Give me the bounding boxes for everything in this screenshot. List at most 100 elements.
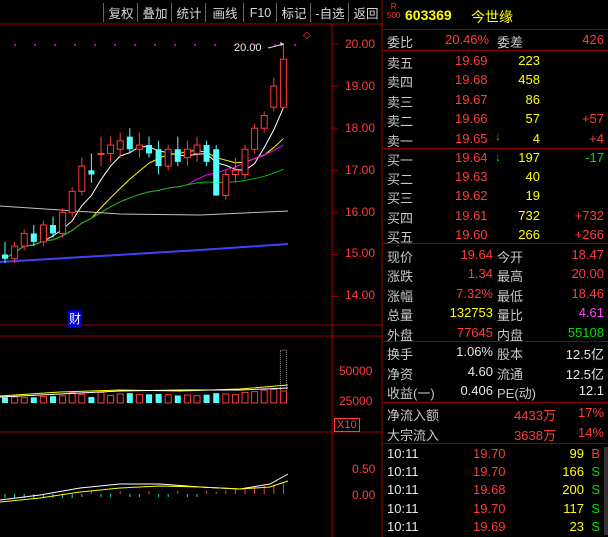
candle-body — [251, 127, 259, 150]
volume-bar — [116, 393, 124, 404]
candle-body — [59, 211, 67, 234]
ask-price: 19.66 — [455, 111, 488, 127]
stats-row: 涨幅 7.32% 最低 18.46 — [383, 284, 608, 304]
badge-top: R — [390, 2, 397, 11]
tick-price: 19.69 — [473, 518, 506, 534]
candle-body — [183, 148, 191, 159]
tick-row: 10:11 19.70 99 B — [383, 444, 608, 464]
toolbar-zixuan-button[interactable]: -自选 — [310, 3, 349, 22]
weicha-value: 426 — [582, 32, 604, 47]
tick-side: S — [591, 500, 600, 516]
bid-change: +266 — [574, 226, 604, 242]
volume-unit-badge[interactable]: X10 — [334, 418, 360, 432]
stat-label: 流通 — [497, 366, 524, 382]
volume-bar — [241, 391, 249, 404]
macd-tick-label: 0.50 — [352, 462, 376, 476]
bid-volume: 732 — [518, 207, 540, 223]
tick-time: 10:11 — [387, 464, 419, 480]
volume-bar — [50, 396, 56, 403]
tick-volume: 166 — [562, 464, 584, 480]
kline-chart-area[interactable]: 复权 叠加 统计 画线 F10 标记 -自选 返回 20.00 19.00 18… — [0, 0, 383, 537]
toolbar-diejia-button[interactable]: 叠加 — [137, 3, 172, 22]
toolbar-fuquan-button[interactable]: 复权 — [103, 3, 138, 22]
bid-level-label: 买四 — [387, 210, 414, 226]
stat-label: 最高 — [497, 269, 524, 285]
ask-change: +4 — [589, 130, 604, 146]
ask-level-label: 卖二 — [387, 114, 414, 130]
volume-bar — [270, 388, 278, 404]
bid-row: 买三 19.62 19 — [383, 186, 608, 206]
tick-row: 10:11 19.70 166 S — [383, 462, 608, 482]
ask-volume: 458 — [518, 72, 540, 88]
toolbar-biaoji-button[interactable]: 标记 — [276, 3, 311, 22]
toolbar-tongji-button[interactable]: 统计 — [171, 3, 206, 22]
top-dot — [294, 44, 296, 46]
candle-body — [135, 144, 143, 150]
toolbar-huaxian-button[interactable]: 画线 — [205, 3, 244, 22]
ask-volume: 4 — [532, 130, 540, 146]
volume-tick-label: 25000 — [339, 394, 373, 408]
bid-price: 19.60 — [455, 226, 488, 242]
macd-tick-label: 0.00 — [352, 488, 376, 502]
stat-label: 换手 — [387, 347, 414, 362]
volume-bar — [59, 395, 67, 404]
bid-volume: 19 — [525, 188, 540, 204]
flow-percent: 14% — [577, 425, 604, 440]
flow-label: 净流入额 — [387, 408, 440, 423]
stat-value: 12.5亿 — [565, 347, 604, 362]
volume-bar — [146, 394, 152, 403]
bid-row: 买四 19.61 732 +732 — [383, 206, 608, 226]
price-tick-label: 18.00 — [345, 121, 376, 135]
ticks-scrollbar[interactable] — [604, 447, 608, 535]
volume-bar — [193, 395, 201, 404]
ask-volume: 86 — [525, 91, 540, 107]
down-arrow-icon: ↓ — [495, 129, 501, 143]
ask-volume: 57 — [525, 111, 540, 127]
kline-chart-canvas[interactable] — [0, 0, 383, 537]
top-dot — [54, 44, 56, 46]
flow-row: 净流入额 4433万 17% — [383, 403, 608, 423]
top-dot — [94, 44, 96, 46]
top-dot — [214, 44, 216, 46]
volume-bar — [68, 391, 76, 404]
ask-price: 19.65 — [455, 130, 488, 146]
toolbar-fanhui-button[interactable]: 返回 — [348, 3, 383, 22]
volume-bar — [231, 394, 239, 404]
candle-body — [39, 224, 47, 243]
candle-body — [146, 145, 152, 154]
candle-body — [30, 233, 37, 242]
ask-price: 19.67 — [455, 91, 488, 107]
candle-body — [2, 254, 8, 259]
stats-row: 净资 4.60 流通 12.5亿 — [383, 362, 608, 382]
candle-body — [164, 148, 172, 167]
volume-bar — [279, 390, 287, 404]
stat-value: 77645 — [456, 324, 493, 340]
stat-value: 4.61 — [578, 305, 604, 321]
weicha-label: 委差 — [497, 35, 524, 50]
volume-bar — [222, 393, 230, 404]
bid-volume: 40 — [525, 169, 540, 185]
stat-value: 12.5亿 — [565, 366, 604, 382]
stock-name: 今世缘 — [471, 9, 513, 25]
stat-value: 0.406 — [460, 383, 493, 399]
stats-row: 外盘 77645 内盘 55108 — [383, 323, 608, 343]
stat-label: 总量 — [387, 308, 414, 324]
toolbar-f10-button[interactable]: F10 — [243, 3, 277, 22]
stat-value: 1.06% — [456, 344, 493, 359]
flow-percent: 17% — [577, 405, 604, 420]
candle-body — [20, 232, 28, 247]
bid-row: 买二 19.63 40 — [383, 167, 608, 187]
volume-bar — [2, 397, 8, 403]
ask-price: 19.69 — [455, 53, 488, 68]
bid-price: 19.64 — [455, 150, 488, 165]
candle-body — [68, 190, 76, 213]
weibi-value: 20.46% — [445, 32, 490, 47]
volume-bar — [11, 396, 19, 404]
volume-bar — [30, 397, 37, 403]
volume-bar — [203, 394, 210, 403]
tick-time: 10:11 — [387, 482, 419, 498]
stat-value: 18.47 — [571, 247, 604, 262]
caiwu-marker-icon[interactable]: 财 — [68, 310, 83, 327]
volume-bar — [155, 393, 162, 403]
volume-bar — [78, 393, 86, 404]
